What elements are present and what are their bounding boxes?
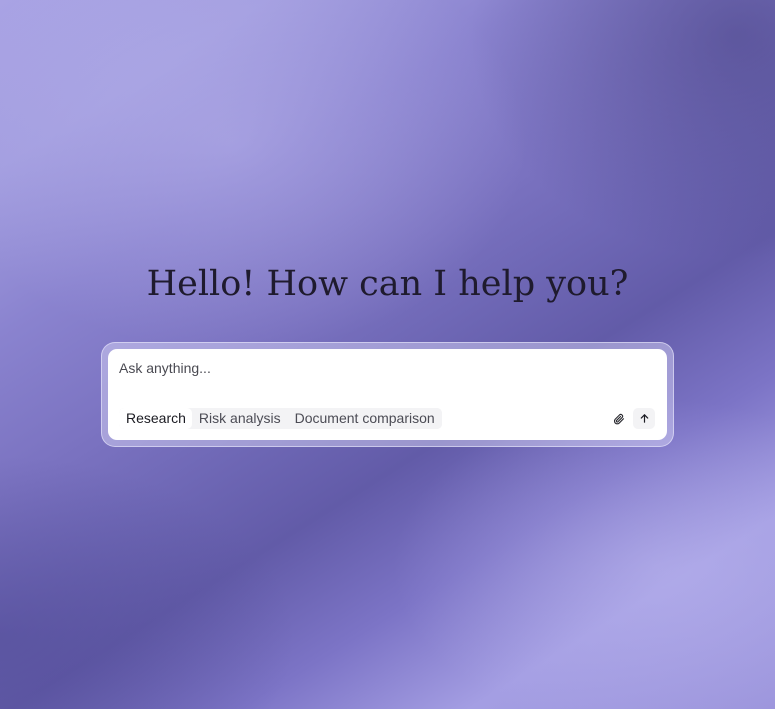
chip-document-comparison[interactable]: Document comparison bbox=[287, 408, 442, 429]
chip-risk-analysis[interactable]: Risk analysis bbox=[191, 408, 288, 429]
arrow-up-icon bbox=[639, 413, 650, 424]
page-title: Hello! How can I help you? bbox=[146, 264, 629, 304]
chip-research[interactable]: Research bbox=[119, 408, 192, 429]
mode-chips: Research Risk analysis Document comparis… bbox=[119, 408, 442, 429]
send-button[interactable] bbox=[633, 408, 655, 429]
prompt-input[interactable] bbox=[119, 357, 649, 379]
attach-button[interactable] bbox=[608, 408, 629, 429]
paperclip-icon bbox=[613, 413, 625, 425]
composer: Research Risk analysis Document comparis… bbox=[108, 349, 667, 440]
